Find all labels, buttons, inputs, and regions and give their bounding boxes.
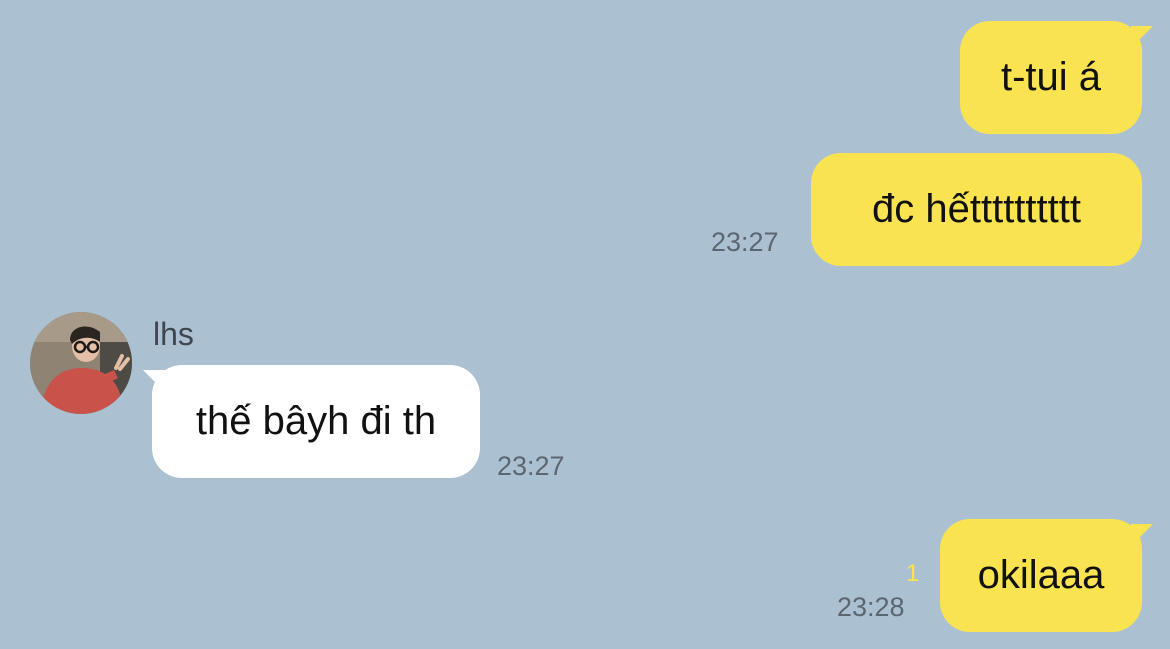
message-time: 23:28 [837,592,905,622]
message-bubble[interactable]: đc hếtttttttttt [811,153,1142,266]
unread-count-badge: 1 [906,560,920,587]
message-time: 23:27 [711,227,779,257]
message-time: 23:27 [497,451,565,481]
message-bubble[interactable]: thế bâyh đi th [152,365,480,478]
sender-name: lhs [153,316,194,352]
bubble-tail [1131,524,1153,546]
message-bubble[interactable]: t-tui á [960,21,1142,134]
message-bubble[interactable]: okilaaa [940,519,1142,632]
bubble-tail [1131,26,1153,48]
user-avatar-icon[interactable] [30,312,132,414]
bubble-tail [143,370,165,392]
